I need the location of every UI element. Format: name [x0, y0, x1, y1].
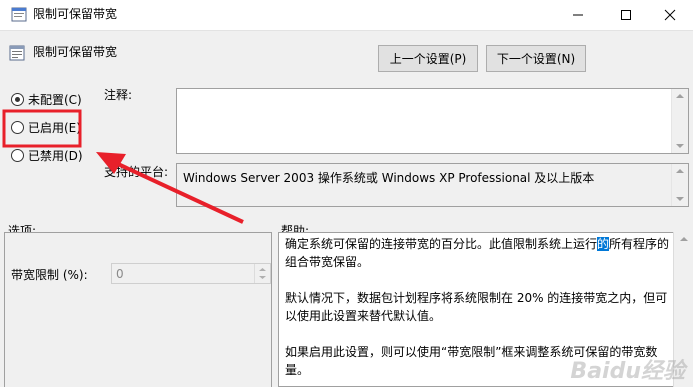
scroll-down-icon[interactable] — [676, 144, 684, 148]
supported-platform-label: 支持的平台: — [104, 165, 169, 179]
radio-not-configured[interactable]: 未配置(C) — [11, 91, 82, 107]
policy-icon — [11, 7, 27, 22]
bandwidth-limit-label: 带宽限制 (%): — [11, 268, 88, 282]
baidu-watermark: Baidu经验 — [570, 359, 685, 384]
supported-platform-box: Windows Server 2003 操作系统或 Windows XP Pro… — [176, 163, 689, 207]
bandwidth-limit-spinner[interactable]: 0 — [111, 263, 271, 284]
maximize-button[interactable] — [603, 0, 649, 30]
supported-platform-value: Windows Server 2003 操作系统或 Windows XP Pro… — [183, 171, 595, 185]
help-paragraph-2: 默认情况下，数据包计划程序将系统限制在 20% 的连接带宽之内，但可以使用此设置… — [285, 291, 668, 323]
comment-textarea[interactable] — [176, 88, 689, 154]
maximize-icon — [621, 10, 631, 20]
radio-label: 已禁用(D) — [28, 148, 83, 163]
close-button[interactable] — [647, 0, 693, 30]
scroll-down-icon[interactable] — [676, 197, 684, 201]
radio-indicator[interactable] — [11, 92, 24, 106]
comment-label: 注释: — [104, 88, 133, 102]
next-setting-button[interactable]: 下一个设置(N) — [486, 45, 586, 72]
minimize-icon — [573, 14, 583, 16]
radio-indicator[interactable] — [11, 120, 24, 134]
bandwidth-limit-value: 0 — [116, 267, 124, 281]
comment-scrollbar[interactable] — [671, 89, 688, 153]
previous-setting-button[interactable]: 上一个设置(P) — [378, 45, 478, 72]
radio-disabled[interactable]: 已禁用(D) — [11, 147, 83, 163]
radio-label: 未配置(C) — [28, 92, 82, 107]
supported-scrollbar[interactable] — [671, 164, 688, 206]
spinner-arrows[interactable] — [254, 264, 270, 283]
radio-indicator[interactable] — [11, 148, 24, 162]
setting-icon — [9, 45, 25, 61]
minimize-button[interactable] — [555, 0, 601, 30]
radio-enabled[interactable]: 已启用(E) — [11, 119, 81, 135]
options-panel: 带宽限制 (%): — [4, 232, 272, 387]
scroll-up-icon[interactable] — [676, 169, 684, 173]
title-bar: 限制可保留带宽 — [0, 0, 693, 30]
selected-text: 的 — [597, 237, 610, 251]
radio-label: 已启用(E) — [28, 120, 81, 135]
help-paragraph-1: 确定系统可保留的连接带宽的百分比。此值限制系统上运行的所有程序的组合带宽保留。 — [285, 237, 670, 269]
close-icon — [664, 9, 676, 21]
scroll-up-icon[interactable] — [676, 94, 684, 98]
scroll-up-icon[interactable] — [680, 237, 688, 241]
setting-title: 限制可保留带宽 — [33, 45, 118, 59]
spinner-arrows-icon — [259, 268, 266, 279]
window-title: 限制可保留带宽 — [33, 7, 118, 21]
